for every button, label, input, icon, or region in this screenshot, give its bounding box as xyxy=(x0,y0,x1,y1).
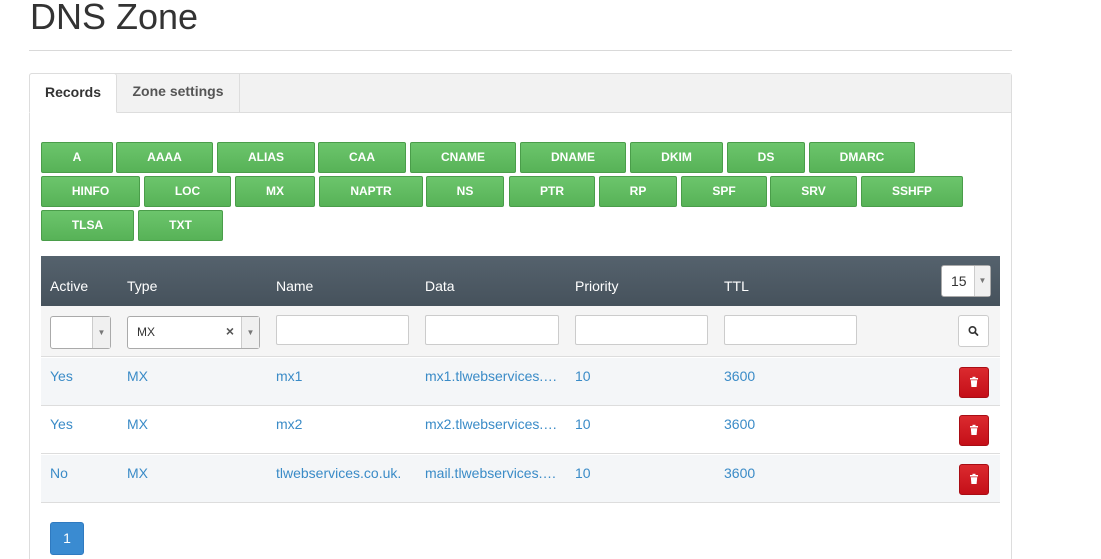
cell-active[interactable]: No xyxy=(50,465,120,481)
record-type-button[interactable]: SPF xyxy=(681,176,767,207)
record-type-button[interactable]: DKIM xyxy=(630,142,723,173)
table-row: No MX tlwebservices.co.uk. mail.tlwebser… xyxy=(41,455,1000,503)
record-type-button[interactable]: DMARC xyxy=(809,142,915,173)
record-type-button[interactable]: NS xyxy=(426,176,504,207)
search-button[interactable] xyxy=(958,315,989,347)
cell-data[interactable]: mx1.tlwebservices.co.uk. xyxy=(425,368,559,384)
table-row: Yes MX mx1 mx1.tlwebservices.co.uk. 10 3… xyxy=(41,358,1000,406)
grid-header: Active Type Name Data Priority TTL xyxy=(41,256,1000,306)
tab-records[interactable]: Records xyxy=(29,73,117,113)
record-type-button[interactable]: SSHFP xyxy=(861,176,963,207)
record-type-button[interactable]: PTR xyxy=(509,176,595,207)
cell-active[interactable]: Yes xyxy=(50,368,120,384)
title-divider xyxy=(29,50,1012,51)
cell-type[interactable]: MX xyxy=(127,416,267,432)
record-type-button[interactable]: ALIAS xyxy=(217,142,315,173)
column-header-active[interactable]: Active xyxy=(50,278,88,294)
record-type-button[interactable]: A xyxy=(41,142,113,173)
record-type-button[interactable]: TXT xyxy=(138,210,223,241)
page-size-value: 15 xyxy=(951,273,967,289)
cell-priority[interactable]: 10 xyxy=(575,416,715,432)
clear-icon[interactable]: × xyxy=(226,323,234,339)
record-type-button[interactable]: AAAA xyxy=(116,142,213,173)
record-type-button[interactable]: CNAME xyxy=(410,142,516,173)
cell-name[interactable]: mx2 xyxy=(276,416,416,432)
record-type-button[interactable]: MX xyxy=(235,176,315,207)
table-row: Yes MX mx2 mx2.tlwebservices.co.uk. 10 3… xyxy=(41,406,1000,454)
type-filter-value: MX xyxy=(137,325,155,339)
record-type-button[interactable]: NAPTR xyxy=(319,176,423,207)
cell-data[interactable]: mx2.tlwebservices.co.uk. xyxy=(425,416,559,432)
delete-button[interactable] xyxy=(959,464,989,495)
column-header-name[interactable]: Name xyxy=(276,278,313,294)
record-type-button[interactable]: DS xyxy=(727,142,805,173)
cell-active[interactable]: Yes xyxy=(50,416,120,432)
tab-bar: Records Zone settings xyxy=(29,73,1011,113)
cell-ttl[interactable]: 3600 xyxy=(724,416,864,432)
cell-ttl[interactable]: 3600 xyxy=(724,368,864,384)
cell-name[interactable]: mx1 xyxy=(276,368,416,384)
record-type-button[interactable]: SRV xyxy=(770,176,857,207)
ttl-filter-input[interactable] xyxy=(724,315,857,345)
delete-button[interactable] xyxy=(959,367,989,398)
page-title: DNS Zone xyxy=(30,0,199,37)
caret-down-icon: ▼ xyxy=(92,317,110,348)
caret-down-icon: ▼ xyxy=(241,317,259,348)
delete-button[interactable] xyxy=(959,415,989,446)
column-header-ttl[interactable]: TTL xyxy=(724,278,749,294)
search-icon xyxy=(968,326,979,336)
priority-filter-input[interactable] xyxy=(575,315,708,345)
column-header-priority[interactable]: Priority xyxy=(575,278,619,294)
record-type-button[interactable]: LOC xyxy=(144,176,231,207)
record-type-button[interactable]: HINFO xyxy=(41,176,140,207)
name-filter-input[interactable] xyxy=(276,315,409,345)
trash-icon xyxy=(970,473,978,484)
cell-type[interactable]: MX xyxy=(127,368,267,384)
record-type-button[interactable]: RP xyxy=(599,176,677,207)
type-filter-select[interactable]: MX × ▼ xyxy=(127,316,260,349)
cell-priority[interactable]: 10 xyxy=(575,368,715,384)
tab-zone-settings[interactable]: Zone settings xyxy=(117,73,240,113)
trash-icon xyxy=(970,424,978,435)
caret-down-icon: ▼ xyxy=(974,266,990,296)
column-header-type[interactable]: Type xyxy=(127,278,157,294)
column-header-data[interactable]: Data xyxy=(425,278,455,294)
cell-priority[interactable]: 10 xyxy=(575,465,715,481)
cell-name[interactable]: tlwebservices.co.uk. xyxy=(276,465,416,481)
trash-icon xyxy=(970,376,978,387)
cell-data[interactable]: mail.tlwebservices.co.uk. xyxy=(425,465,559,481)
record-type-button[interactable]: CAA xyxy=(318,142,406,173)
cell-type[interactable]: MX xyxy=(127,465,267,481)
pagination-page-button[interactable]: 1 xyxy=(50,522,84,555)
cell-ttl[interactable]: 3600 xyxy=(724,465,864,481)
data-filter-input[interactable] xyxy=(425,315,559,345)
record-type-button[interactable]: TLSA xyxy=(41,210,134,241)
active-filter-select[interactable]: ▼ xyxy=(50,316,111,349)
page-size-select[interactable]: 15 ▼ xyxy=(941,265,991,297)
record-type-button[interactable]: DNAME xyxy=(520,142,626,173)
